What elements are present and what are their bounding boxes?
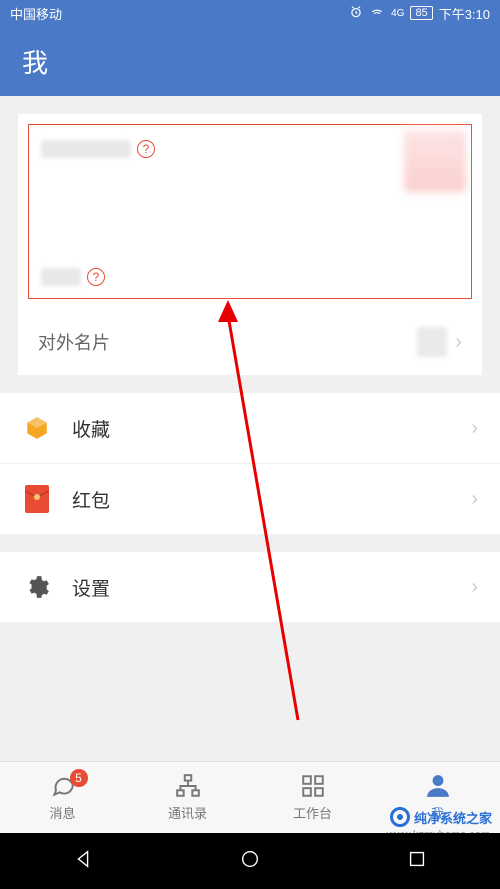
android-back-button[interactable] xyxy=(72,848,94,875)
chevron-right-icon: › xyxy=(471,576,478,599)
nav-messages-label: 消息 xyxy=(49,803,75,822)
clock: 下午3:10 xyxy=(439,4,490,23)
profile-highlight-box: ? ? xyxy=(28,124,472,299)
settings-label: 设置 xyxy=(72,574,471,601)
android-home-button[interactable] xyxy=(239,848,261,875)
org-redacted xyxy=(41,268,81,286)
avatar-redacted xyxy=(404,130,466,192)
red-packet-row[interactable]: 红包 › xyxy=(0,464,500,534)
nav-messages[interactable]: 5 消息 xyxy=(0,762,125,833)
help-icon[interactable]: ? xyxy=(137,140,155,158)
red-packet-label: 红包 xyxy=(72,486,471,513)
wifi-icon xyxy=(369,5,385,22)
profile-card[interactable]: ? ? xyxy=(18,114,482,309)
watermark-brand-text: 纯净系统之家 xyxy=(414,808,492,827)
status-bar: 中国移动 4G 85 下午3:10 xyxy=(0,0,500,26)
external-card-row[interactable]: 对外名片 › xyxy=(18,309,482,375)
messages-badge: 5 xyxy=(70,769,88,787)
menu-group-2: 设置 › xyxy=(0,552,500,622)
android-recents-button[interactable] xyxy=(406,848,428,875)
battery-level: 85 xyxy=(410,6,432,20)
page-title: 我 xyxy=(22,43,48,80)
chevron-right-icon: › xyxy=(471,417,478,440)
chat-icon: 5 xyxy=(48,773,78,799)
external-card-label: 对外名片 xyxy=(38,329,417,355)
alarm-icon xyxy=(349,5,363,22)
status-right: 4G 85 下午3:10 xyxy=(349,4,490,23)
external-card-thumb xyxy=(417,327,447,357)
nav-workbench[interactable]: 工作台 xyxy=(250,762,375,833)
watermark-logo-icon xyxy=(390,807,410,827)
chevron-right-icon: › xyxy=(455,331,462,354)
favorites-label: 收藏 xyxy=(72,415,471,442)
person-icon xyxy=(423,773,453,799)
chevron-right-icon: › xyxy=(471,488,478,511)
grid-icon xyxy=(298,773,328,799)
signal-type: 4G xyxy=(391,8,404,19)
box-icon xyxy=(22,413,52,443)
android-nav-bar xyxy=(0,833,500,889)
username-redacted xyxy=(41,140,131,158)
menu-group-1: 收藏 › 红包 › xyxy=(0,393,500,534)
favorites-row[interactable]: 收藏 › xyxy=(0,393,500,464)
nav-contacts[interactable]: 通讯录 xyxy=(125,762,250,833)
carrier-label: 中国移动 xyxy=(10,4,349,23)
red-envelope-icon xyxy=(22,484,52,514)
watermark-brand: 纯净系统之家 xyxy=(390,807,492,827)
help-icon[interactable]: ? xyxy=(87,268,105,286)
nav-workbench-label: 工作台 xyxy=(293,803,332,822)
nav-contacts-label: 通讯录 xyxy=(168,803,207,822)
settings-row[interactable]: 设置 › xyxy=(0,552,500,622)
org-chart-icon xyxy=(173,773,203,799)
page-header: 我 xyxy=(0,26,500,96)
gear-icon xyxy=(22,572,52,602)
